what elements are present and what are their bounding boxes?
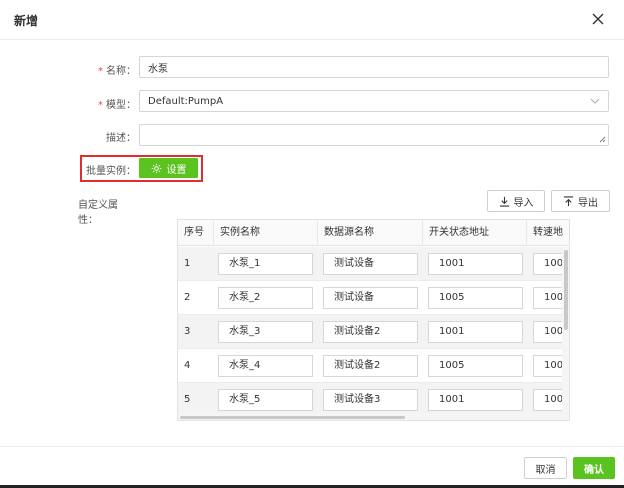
data-source-input[interactable]: 测试设备3 [323, 389, 418, 411]
switch-address-input[interactable]: 1001 [428, 389, 523, 411]
gear-icon [151, 163, 161, 173]
header-instance-name: 实例名称 [214, 220, 318, 246]
table-row: 3 水泵_3 测试设备2 1001 1002 [178, 315, 569, 349]
data-source-input[interactable]: 测试设备2 [323, 355, 418, 377]
table-row: 4 水泵_4 测试设备2 1005 1006 [178, 349, 569, 383]
description-textarea[interactable] [139, 124, 609, 146]
table-row: 1 水泵_1 测试设备 1001 1002 [178, 247, 569, 281]
close-icon[interactable] [590, 11, 606, 27]
dialog-title: 新增 [14, 14, 39, 28]
model-label: 模型： [106, 100, 136, 111]
table-header: 序号 实例名称 数据源名称 开关状态地址 转速地 [178, 220, 569, 246]
switch-address-input[interactable]: 1001 [428, 321, 523, 343]
model-select[interactable]: Default:PumpA [139, 90, 609, 112]
name-label: 名称： [106, 66, 136, 77]
table-row: 2 水泵_2 测试设备 1005 1006 [178, 281, 569, 315]
instance-name-input[interactable]: 水泵_2 [218, 287, 313, 309]
switch-address-input[interactable]: 1001 [428, 253, 523, 275]
header-data-source: 数据源名称 [318, 220, 423, 246]
export-button[interactable]: 导出 [551, 190, 610, 212]
dialog-header: 新增 [0, 0, 624, 40]
row-index: 3 [184, 326, 191, 337]
import-label: 导入 [513, 197, 534, 209]
model-select-value: Default:PumpA [148, 95, 224, 107]
instance-name-input[interactable]: 水泵_3 [218, 321, 313, 343]
required-mark: * [98, 66, 103, 77]
row-index: 4 [184, 360, 191, 371]
confirm-label: 确认 [584, 464, 604, 476]
required-mark: * [98, 100, 103, 111]
batch-label-wrap: 批量实例： [84, 162, 136, 177]
custom-props-label: 自定义属性： [78, 200, 118, 226]
row-index: 2 [184, 292, 191, 303]
batch-settings-label: 设置 [166, 164, 187, 176]
instances-table: 序号 实例名称 数据源名称 开关状态地址 转速地 1 水泵_1 测试设备 100… [177, 219, 570, 421]
resize-grip-icon[interactable] [599, 136, 606, 143]
vertical-scroll-thumb[interactable] [564, 250, 568, 330]
model-label-wrap: * 模型： [60, 96, 136, 111]
batch-label: 批量实例： [86, 166, 136, 177]
desc-label: 描述： [106, 133, 136, 144]
instance-name-input[interactable]: 水泵_4 [218, 355, 313, 377]
export-label: 导出 [578, 197, 598, 209]
chevron-down-icon [590, 98, 600, 104]
data-source-input[interactable]: 测试设备2 [323, 321, 418, 343]
table-row: 5 水泵_5 测试设备3 1001 1002 [178, 383, 569, 413]
upload-icon [563, 195, 574, 206]
row-index: 1 [184, 258, 191, 269]
horizontal-scroll-thumb[interactable] [180, 416, 405, 419]
header-speed-address: 转速地 [533, 227, 563, 238]
custom-props-label-wrap: 自定义属性： [60, 196, 136, 226]
cancel-button[interactable]: 取消 [524, 457, 567, 479]
row-index: 5 [184, 394, 191, 405]
switch-address-input[interactable]: 1005 [428, 355, 523, 377]
cancel-label: 取消 [535, 464, 556, 476]
desc-label-wrap: 描述： [60, 129, 136, 144]
data-source-input[interactable]: 测试设备 [323, 253, 418, 275]
name-input[interactable]: 水泵 [139, 56, 609, 78]
import-button[interactable]: 导入 [487, 190, 545, 212]
data-source-input[interactable]: 测试设备 [323, 287, 418, 309]
instance-name-input[interactable]: 水泵_5 [218, 389, 313, 411]
download-icon [499, 196, 509, 207]
header-index: 序号 [178, 220, 214, 246]
add-dialog: 新增 * 名称： 水泵 * 模型： Default:PumpA 描述： 批量实例： [0, 0, 624, 488]
name-input-value: 水泵 [148, 63, 168, 75]
header-switch-address: 开关状态地址 [423, 220, 527, 246]
batch-settings-button[interactable]: 设置 [139, 158, 198, 178]
instance-name-input[interactable]: 水泵_1 [218, 253, 313, 275]
name-label-wrap: * 名称： [60, 62, 136, 77]
switch-address-input[interactable]: 1005 [428, 287, 523, 309]
confirm-button[interactable]: 确认 [573, 457, 615, 479]
